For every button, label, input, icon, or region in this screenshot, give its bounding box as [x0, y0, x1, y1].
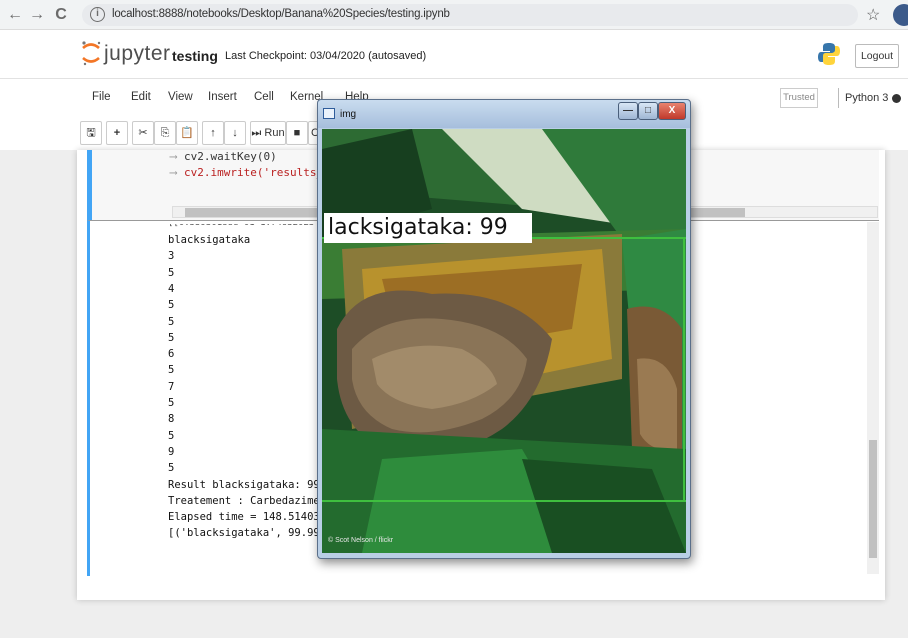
output-line: 9 [168, 445, 175, 458]
output-line: 4 [168, 282, 175, 295]
output-line: 5 [168, 315, 175, 328]
browser-toolbar: ← → C i localhost:8888/notebooks/Desktop… [0, 0, 908, 30]
output-line: 5 [168, 429, 175, 442]
paste-button[interactable]: 📋 [176, 121, 198, 145]
menu-cell[interactable]: Cell [254, 91, 274, 103]
image-window-titlebar[interactable]: img — □ X [318, 100, 690, 128]
kernel-indicator[interactable]: Python 3 [838, 88, 902, 108]
menu-edit[interactable]: Edit [131, 91, 151, 103]
menu-view[interactable]: View [168, 91, 193, 103]
image-window-title: img [340, 109, 357, 120]
url-text[interactable]: localhost:8888/notebooks/Desktop/Banana%… [112, 8, 450, 20]
output-line: 5 [168, 299, 175, 312]
address-bar[interactable]: i localhost:8888/notebooks/Desktop/Banan… [82, 4, 858, 26]
save-button[interactable]: 🖫 [80, 121, 102, 145]
reload-icon[interactable]: C [52, 6, 70, 24]
output-line: 3 [168, 250, 175, 263]
leaf-photo-illustration [322, 129, 686, 553]
banana-leaf-image: lacksigataka: 99 © Scot Nelson / flickr [322, 129, 686, 553]
logout-button[interactable]: Logout [855, 44, 899, 68]
output-line: 8 [168, 413, 175, 426]
jupyter-logo-icon[interactable] [80, 40, 102, 66]
vertical-scrollbar[interactable] [867, 222, 879, 574]
move-up-button[interactable]: ↑ [202, 121, 224, 145]
run-button[interactable]: ⏭ Run [250, 121, 286, 145]
back-arrow-icon[interactable]: ← [6, 6, 24, 24]
maximize-icon[interactable]: □ [638, 102, 658, 120]
code-arrow: ⟶ [170, 166, 177, 179]
forward-arrow-icon[interactable]: → [28, 6, 46, 24]
menu-file[interactable]: File [92, 91, 111, 103]
cut-button[interactable]: ✂ [132, 121, 154, 145]
window-icon [323, 108, 335, 119]
output-line: Treatement : Carbedazime [168, 494, 320, 507]
minimize-icon[interactable]: — [618, 102, 638, 120]
output-line: 5 [168, 331, 175, 344]
output-line: Result blacksigataka: 99 [168, 478, 320, 491]
code-line: cv2.waitKey(0) [184, 150, 277, 163]
image-watermark: © Scot Nelson / flickr [328, 537, 394, 544]
code-line: cv2.imwrite('results_im [184, 166, 337, 179]
output-line: 7 [168, 380, 175, 393]
bookmark-star-icon[interactable]: ☆ [866, 5, 880, 25]
jupyter-brand[interactable]: jupyter [104, 42, 171, 66]
image-window[interactable]: img — □ X lacksigataka: 99 © Scot Nelson… [317, 99, 691, 559]
copy-button[interactable]: ⎘ [154, 121, 176, 145]
output-line: 5 [168, 266, 175, 279]
kernel-status-icon [892, 93, 902, 103]
scrollbar-thumb[interactable] [869, 440, 877, 558]
output-line: 6 [168, 348, 175, 361]
output-line: 5 [168, 397, 175, 409]
menu-insert[interactable]: Insert [208, 91, 237, 103]
jupyter-header: jupyter testing Last Checkpoint: 03/04/2… [0, 30, 908, 78]
prediction-label: lacksigataka: 99 [328, 215, 508, 240]
info-icon[interactable]: i [90, 7, 105, 22]
close-icon[interactable]: X [658, 102, 686, 120]
output-line: 5 [168, 364, 175, 377]
kernel-name-label: Python 3 [845, 92, 889, 104]
python-logo-icon [818, 43, 840, 65]
checkpoint-status: Last Checkpoint: 03/04/2020 (autosaved) [225, 50, 427, 62]
notebook-title[interactable]: testing [172, 48, 218, 64]
output-line: 5 [168, 462, 175, 475]
trusted-indicator[interactable]: Trusted [780, 88, 818, 108]
output-line: blacksigataka [168, 234, 251, 246]
stop-button[interactable]: ■ [286, 121, 308, 145]
code-arrow: ⟶ [170, 150, 177, 163]
add-cell-button[interactable]: + [106, 121, 128, 145]
move-down-button[interactable]: ↓ [224, 121, 246, 145]
profile-avatar-icon[interactable] [893, 4, 908, 26]
